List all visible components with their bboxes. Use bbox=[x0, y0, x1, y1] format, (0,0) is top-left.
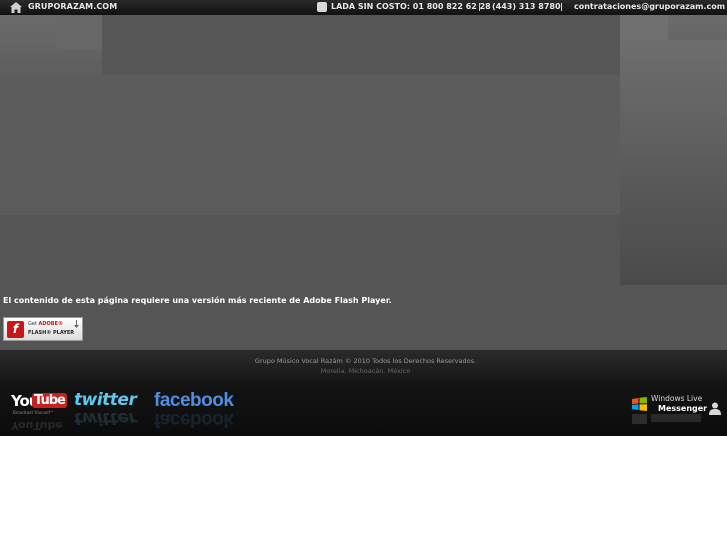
get-flash-player-button[interactable]: f Get ADOBE® FLASH® PLAYER bbox=[3, 317, 83, 341]
content-panel bbox=[0, 75, 620, 215]
flash-required-message: El contenido de esta página requiere una… bbox=[3, 296, 392, 305]
email-link[interactable]: contrataciones@gruporazam.com bbox=[574, 2, 725, 11]
badge-get-text: Get ADOBE® bbox=[28, 321, 64, 327]
top-bar: GRUPORAZAM.COM LADA SIN COSTO: 01 800 82… bbox=[0, 0, 727, 15]
center-panel bbox=[102, 15, 620, 75]
flash-notice-area bbox=[0, 285, 727, 350]
messenger-reflection bbox=[632, 413, 722, 427]
badge-product-text: FLASH® PLAYER bbox=[28, 330, 75, 336]
content-panel-lower bbox=[0, 215, 620, 285]
phone-icon bbox=[317, 2, 327, 12]
facebook-reflection: facebook bbox=[154, 409, 234, 430]
twitter-link[interactable]: twitter bbox=[74, 390, 137, 410]
local-phone: (443) 313 8780 bbox=[492, 2, 561, 11]
windows-flag-icon bbox=[632, 397, 647, 411]
toll-free-phone: LADA SIN COSTO: 01 800 822 62 28 bbox=[331, 2, 491, 11]
separator: | bbox=[560, 2, 563, 11]
youtube-link[interactable]: You Tube Broadcast Yourself™ bbox=[11, 392, 67, 415]
twitter-reflection: twitter bbox=[74, 408, 137, 428]
home-icon[interactable] bbox=[10, 2, 22, 13]
youtube-logo-tube: Tube bbox=[32, 393, 67, 408]
page-stage: GRUPORAZAM.COM LADA SIN COSTO: 01 800 82… bbox=[0, 0, 727, 436]
flash-logo-icon: f bbox=[7, 321, 24, 338]
site-link[interactable]: GRUPORAZAM.COM bbox=[28, 2, 117, 11]
side-panel bbox=[620, 40, 727, 285]
download-arrow-icon bbox=[74, 320, 79, 328]
separator: | bbox=[478, 2, 481, 11]
youtube-reflection: YouTube bbox=[11, 419, 63, 432]
left-tab-decoration bbox=[56, 15, 102, 49]
messenger-brand-top: Windows Live bbox=[651, 394, 703, 403]
location-text: Morelia, Michoacán. México bbox=[320, 367, 411, 375]
copyright-text: Grupo Músico Vocal Razám © 2010 Todos lo… bbox=[254, 357, 477, 365]
youtube-tagline: Broadcast Yourself™ bbox=[13, 410, 54, 415]
